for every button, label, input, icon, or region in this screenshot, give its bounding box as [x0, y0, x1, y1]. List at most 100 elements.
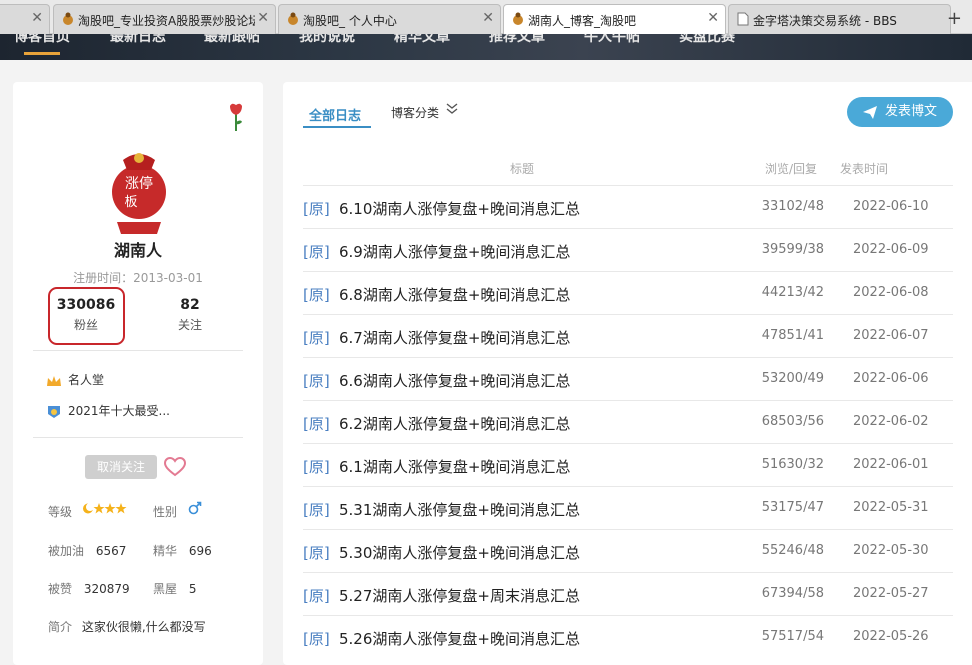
chevron-down-icon[interactable]	[446, 102, 458, 116]
nav-item-top-posts[interactable]: 牛人牛帖	[584, 34, 640, 46]
post-date: 2022-06-06	[853, 371, 929, 386]
heart-icon[interactable]	[164, 457, 186, 477]
original-tag[interactable]: [原]	[303, 542, 330, 563]
blog-nav-bar: 博客首页 最新日志 最新跟帖 我的说说 精华文章 推荐文章 牛人牛帖 实盘比赛	[0, 34, 972, 60]
intro-value: 这家伙很懒,什么都没写	[81, 620, 206, 634]
views-replies: 47851/41	[761, 328, 824, 343]
original-tag[interactable]: [原]	[303, 413, 330, 434]
browser-tab[interactable]: 金字塔决策交易系统 - BBS	[728, 4, 951, 34]
nav-item-blog-home[interactable]: 博客首页	[14, 34, 70, 46]
svg-text:涨停: 涨停	[125, 175, 153, 192]
table-row[interactable]: [原] 5.31湖南人涨停复盘+晚间消息汇总 53175/47 2022-05-31	[303, 486, 953, 529]
browser-tab[interactable]: 淘股吧_专业投资A股股票炒股论坛 ✕	[53, 4, 276, 34]
tab-title: 淘股吧_ 个人中心	[303, 14, 397, 28]
original-tag[interactable]: [原]	[303, 241, 330, 262]
register-time: 注册时间：2013-03-01	[73, 271, 203, 285]
taoguba-favicon-icon	[513, 12, 523, 25]
views-replies: 57517/54	[761, 629, 824, 644]
post-title-link[interactable]: 5.27湖南人涨停复盘+周末消息汇总	[339, 585, 580, 606]
close-tab-icon[interactable]: ✕	[707, 11, 719, 25]
honor-hall-of-fame[interactable]: 名人堂	[46, 371, 104, 388]
table-row[interactable]: [原] 6.7湖南人涨停复盘+晚间消息汇总 47851/41 2022-06-07	[303, 314, 953, 357]
post-blog-button[interactable]: 发表博文	[847, 97, 953, 127]
original-tag[interactable]: [原]	[303, 327, 330, 348]
views-replies: 67394/58	[761, 586, 824, 601]
rose-icon[interactable]	[228, 102, 244, 132]
table-row[interactable]: [原] 6.8湖南人涨停复盘+晚间消息汇总 44213/42 2022-06-08	[303, 271, 953, 314]
new-tab-button[interactable]: +	[947, 8, 962, 29]
nav-item-recommended[interactable]: 推荐文章	[489, 34, 545, 46]
medal-icon	[48, 405, 60, 418]
close-tab-icon[interactable]: ✕	[31, 11, 43, 25]
column-header-time: 发表时间	[840, 162, 889, 176]
nav-active-indicator	[24, 52, 60, 55]
original-tag[interactable]: [原]	[303, 456, 330, 477]
table-row[interactable]: [原] 6.10湖南人涨停复盘+晚间消息汇总 33102/48 2022-06-10	[303, 185, 953, 228]
post-title-link[interactable]: 5.30湖南人涨停复盘+晚间消息汇总	[339, 542, 580, 563]
original-tag[interactable]: [原]	[303, 499, 330, 520]
views-replies: 39599/38	[761, 242, 824, 257]
table-row[interactable]: [原] 6.9湖南人涨停复盘+晚间消息汇总 39599/38 2022-06-09	[303, 228, 953, 271]
post-title-link[interactable]: 6.2湖南人涨停复盘+晚间消息汇总	[339, 413, 570, 434]
table-row[interactable]: [原] 6.1湖南人涨停复盘+晚间消息汇总 51630/32 2022-06-01	[303, 443, 953, 486]
blackroom-row: 黑屋 5	[153, 582, 197, 596]
intro-row: 简介 这家伙很懒,什么都没写	[48, 620, 206, 634]
table-row[interactable]: [原] 5.30湖南人涨停复盘+晚间消息汇总 55246/48 2022-05-30	[303, 529, 953, 572]
original-tag[interactable]: [原]	[303, 585, 330, 606]
tab-title: 湖南人_博客_淘股吧	[528, 14, 637, 28]
post-date: 2022-06-01	[853, 457, 929, 472]
tab-all-logs[interactable]: 全部日志	[309, 105, 361, 124]
original-tag[interactable]: [原]	[303, 198, 330, 219]
post-date: 2022-05-30	[853, 543, 929, 558]
tab-active-indicator	[303, 126, 371, 128]
post-title-link[interactable]: 6.9湖南人涨停复盘+晚间消息汇总	[339, 241, 570, 262]
views-replies: 51630/32	[761, 457, 824, 472]
browser-tab[interactable]: 淘股吧_ 个人中心 ✕	[278, 4, 501, 34]
column-header-title: 标题	[510, 162, 535, 176]
page-favicon-icon	[737, 12, 749, 26]
tab-title: 淘股吧_专业投资A股股票炒股论坛	[78, 14, 255, 28]
blackroom-value: 5	[188, 582, 197, 596]
original-tag[interactable]: [原]	[303, 370, 330, 391]
table-row[interactable]: [原] 5.27湖南人涨停复盘+周末消息汇总 67394/58 2022-05-27	[303, 572, 953, 615]
post-date: 2022-06-09	[853, 242, 929, 257]
unfollow-button[interactable]: 取消关注	[85, 455, 157, 479]
post-title-link[interactable]: 5.31湖南人涨停复盘+晚间消息汇总	[339, 499, 580, 520]
browser-tab[interactable]: ✕	[0, 4, 50, 34]
nav-item-elite-articles[interactable]: 精华文章	[394, 34, 450, 46]
close-tab-icon[interactable]: ✕	[257, 11, 269, 25]
original-tag[interactable]: [原]	[303, 628, 330, 649]
post-title-link[interactable]: 5.26湖南人涨停复盘+晚间消息汇总	[339, 628, 580, 649]
views-replies: 55246/48	[761, 543, 824, 558]
table-row[interactable]: [原] 5.26湖南人涨停复盘+晚间消息汇总 57517/54 2022-05-26	[303, 615, 953, 658]
divider	[33, 350, 243, 351]
browser-tab-bar: ✕ 淘股吧_专业投资A股股票炒股论坛 ✕ 淘股吧_ 个人中心 ✕ 湖南人_博客_…	[0, 0, 972, 35]
avatar[interactable]: 涨停 板	[109, 150, 169, 236]
nav-item-my-talks[interactable]: 我的说说	[299, 34, 355, 46]
profile-username: 湖南人	[113, 241, 162, 260]
honor-top-ten[interactable]: 2021年十大最受...	[46, 402, 170, 419]
tab-blog-category[interactable]: 博客分类	[391, 104, 439, 121]
post-date: 2022-06-10	[853, 199, 929, 214]
follow-stat[interactable]: 82 关注	[150, 297, 230, 333]
nav-item-live-contest[interactable]: 实盘比赛	[679, 34, 735, 46]
post-title-link[interactable]: 6.6湖南人涨停复盘+晚间消息汇总	[339, 370, 570, 391]
male-icon	[188, 501, 202, 515]
crown-icon	[47, 375, 61, 386]
browser-tab-active[interactable]: 湖南人_博客_淘股吧 ✕	[503, 4, 726, 35]
nav-item-latest-logs[interactable]: 最新日志	[110, 34, 166, 46]
post-title-link[interactable]: 6.7湖南人涨停复盘+晚间消息汇总	[339, 327, 570, 348]
table-row[interactable]: [原] 6.6湖南人涨停复盘+晚间消息汇总 53200/49 2022-06-06	[303, 357, 953, 400]
post-date: 2022-06-02	[853, 414, 929, 429]
table-row[interactable]: [原] 6.2湖南人涨停复盘+晚间消息汇总 68503/56 2022-06-02	[303, 400, 953, 443]
post-title-link[interactable]: 6.1湖南人涨停复盘+晚间消息汇总	[339, 456, 570, 477]
close-tab-icon[interactable]: ✕	[482, 11, 494, 25]
divider	[33, 437, 243, 438]
post-date: 2022-05-26	[853, 629, 929, 644]
original-tag[interactable]: [原]	[303, 284, 330, 305]
post-title-link[interactable]: 6.10湖南人涨停复盘+晚间消息汇总	[339, 198, 580, 219]
post-title-link[interactable]: 6.8湖南人涨停复盘+晚间消息汇总	[339, 284, 570, 305]
views-replies: 53175/47	[761, 500, 824, 515]
nav-item-latest-replies[interactable]: 最新跟帖	[204, 34, 260, 46]
taoguba-favicon-icon	[63, 12, 73, 25]
